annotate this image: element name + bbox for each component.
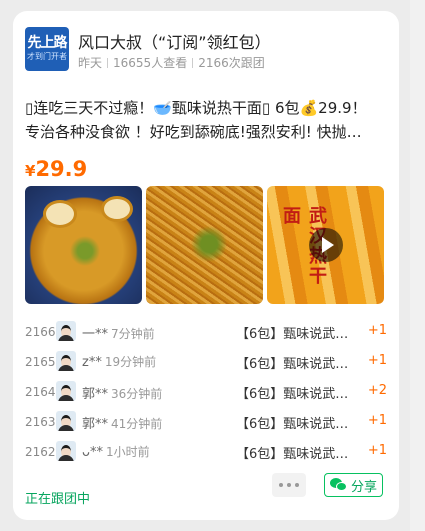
scrollbar[interactable] xyxy=(410,0,425,531)
buyer-name: 一** 7分钟前 xyxy=(82,327,155,342)
publisher-avatar[interactable]: 先上路 才到门开者 xyxy=(25,27,69,71)
divider xyxy=(192,58,194,68)
order-row[interactable]: 2166 一** 7分钟前 【6包】甄味说武… +1 xyxy=(25,321,387,351)
more-button[interactable] xyxy=(272,473,306,497)
order-time: 36分钟前 xyxy=(111,387,163,401)
play-icon[interactable] xyxy=(309,228,343,262)
order-row[interactable]: 2162 ᴗ** 1小时前 【6包】甄味说武… +1 xyxy=(25,441,387,471)
photo-gallery: 武汉热干面 xyxy=(25,186,385,304)
garnish-shape xyxy=(65,236,105,266)
dot-icon xyxy=(287,483,291,487)
order-count: +1 xyxy=(367,443,387,458)
dot-icon xyxy=(295,483,299,487)
order-product: 【6包】甄味说武… xyxy=(236,357,349,372)
order-rank: 2166 xyxy=(25,325,56,339)
order-time: 41分钟前 xyxy=(111,417,163,431)
following-status[interactable]: 正在跟团中 xyxy=(25,488,90,507)
order-time: 7分钟前 xyxy=(111,327,155,341)
group-buy-card: 先上路 才到门开者 风口大叔（“订阅”领红包） 昨天 16655人查看 2166次跟… xyxy=(13,11,399,520)
order-rank: 2163 xyxy=(25,415,56,429)
noodles-closeup-photo[interactable] xyxy=(146,186,263,304)
egg-shape xyxy=(43,200,77,228)
order-product: 【6包】甄味说武… xyxy=(236,387,349,402)
description-line-1: ▯连吃三天不过瘾！🥣甄味说热干面▯ 6包💰29.9！ xyxy=(25,99,367,117)
order-row[interactable]: 2163 郭** 41分钟前 【6包】甄味说武… +1 xyxy=(25,411,387,441)
order-list: 2166 一** 7分钟前 【6包】甄味说武… +1 2165 z** 19分钟前 … xyxy=(25,321,387,471)
noodle-bowl-photo[interactable] xyxy=(25,186,142,304)
divider xyxy=(107,58,109,68)
price-value: 29.9 xyxy=(35,157,88,181)
order-count: +1 xyxy=(367,323,387,338)
product-package-video[interactable]: 武汉热干面 xyxy=(267,186,384,304)
order-count: +1 xyxy=(367,353,387,368)
order-row[interactable]: 2165 z** 19分钟前 【6包】甄味说武… +1 xyxy=(25,351,387,381)
buyer-avatar xyxy=(56,441,76,461)
buyer-avatar xyxy=(56,411,76,431)
order-count: +1 xyxy=(367,413,387,428)
post-time: 昨天 xyxy=(78,56,103,70)
order-time: 19分钟前 xyxy=(104,355,157,369)
view-count: 16655人查看 xyxy=(113,56,188,70)
buyer-avatar xyxy=(56,381,76,401)
buyer-name: 郭** 41分钟前 xyxy=(82,417,163,432)
dot-icon xyxy=(279,483,283,487)
order-row[interactable]: 2164 郭** 36分钟前 【6包】甄味说武… +2 xyxy=(25,381,387,411)
price-symbol: ¥ xyxy=(25,162,36,180)
order-rank: 2165 xyxy=(25,355,56,369)
post-description[interactable]: ▯连吃三天不过瘾！🥣甄味说热干面▯ 6包💰29.9！ 专治各种没食欲 ！好吃到舔… xyxy=(25,96,387,144)
share-button[interactable]: 分享 xyxy=(324,473,383,497)
buyer-name: z** 19分钟前 xyxy=(82,355,157,370)
description-line-2: 专治各种没食欲 ！好吃到舔碗底!强烈安利! 快抛… xyxy=(25,123,362,141)
order-product: 【6包】甄味说武… xyxy=(236,327,349,342)
buyer-name: 郭** 36分钟前 xyxy=(82,387,163,402)
order-product: 【6包】甄味说武… xyxy=(236,447,349,462)
buyer-avatar xyxy=(56,351,76,371)
egg-shape xyxy=(101,196,133,222)
publisher-title[interactable]: 风口大叔（“订阅”领红包） xyxy=(78,29,271,53)
order-time: 1小时前 xyxy=(105,445,150,459)
price: ¥29.9 xyxy=(25,157,87,181)
wechat-icon xyxy=(329,478,348,492)
order-rank: 2164 xyxy=(25,385,56,399)
order-rank: 2162 xyxy=(25,445,56,459)
order-product: 【6包】甄味说武… xyxy=(236,417,349,432)
avatar-subtext: 才到门开者 xyxy=(27,52,67,61)
buyer-name: ᴗ** 1小时前 xyxy=(82,445,150,460)
post-meta: 昨天 16655人查看 2166次跟团 xyxy=(78,54,265,71)
follow-count: 2166次跟团 xyxy=(198,56,265,70)
order-count: +2 xyxy=(367,383,387,398)
buyer-avatar xyxy=(56,321,76,341)
share-label: 分享 xyxy=(350,479,377,495)
post-header: 先上路 才到门开者 风口大叔（“订阅”领红包） 昨天 16655人查看 2166次跟… xyxy=(25,27,387,75)
avatar-text: 先上路 xyxy=(27,35,68,51)
garnish-shape xyxy=(186,226,232,262)
